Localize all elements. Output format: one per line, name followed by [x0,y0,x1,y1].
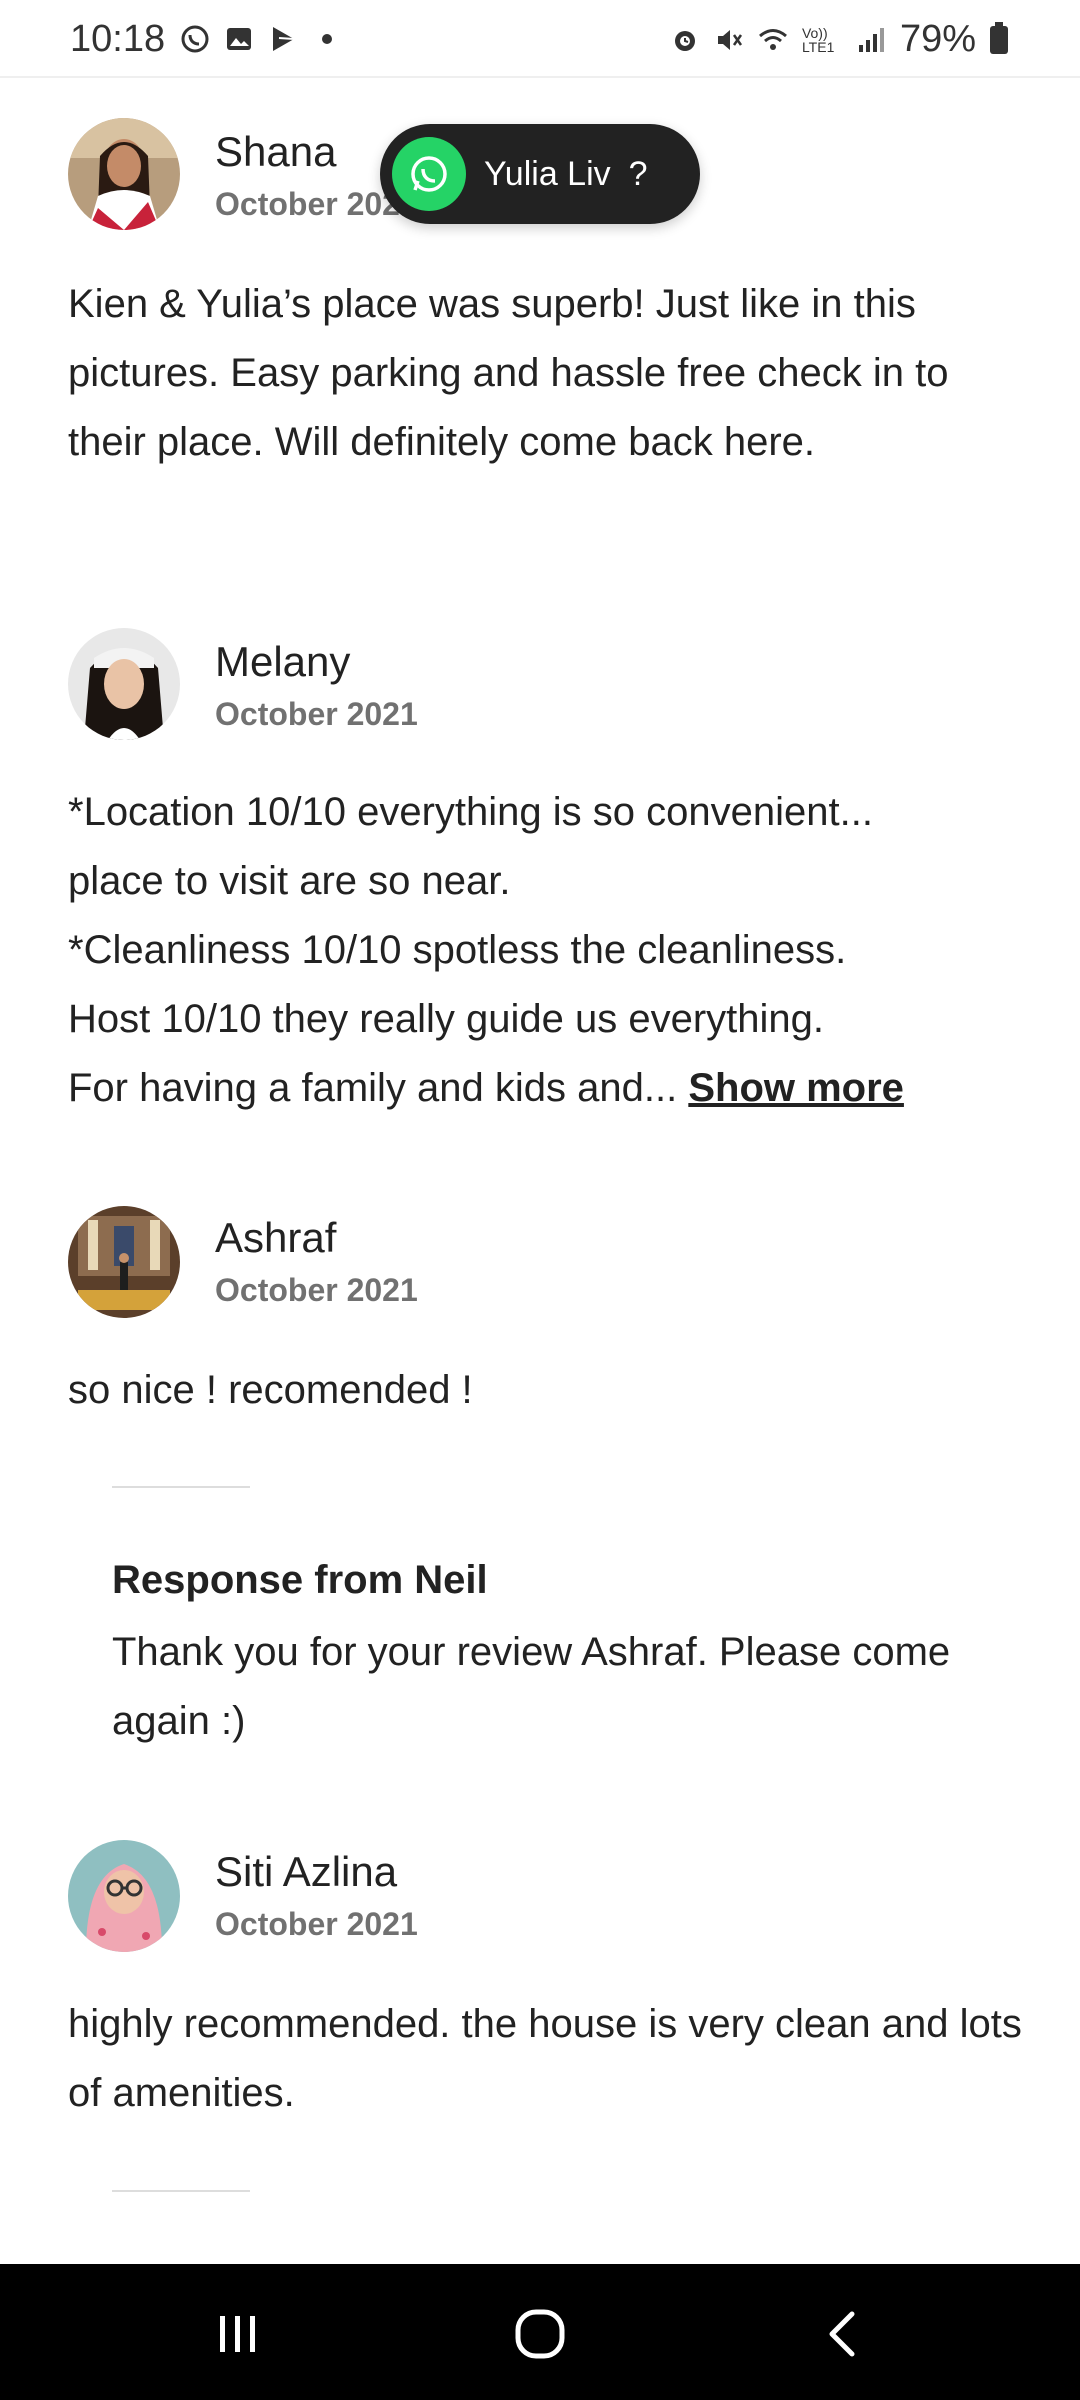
review-date: October 2021 [215,696,418,732]
wifi-icon [758,28,787,50]
avatar[interactable] [68,628,180,740]
review-text: Kien & Yulia’s place was superb! Just li… [68,282,949,464]
screen: 10:18 Vo)) LTE1 79% Shana October 2021 Y… [0,0,1080,2400]
whatsapp-chip-help: ? [628,154,648,193]
review-text: highly recommended. the house is very cl… [68,2002,1022,2115]
whatsapp-chip-label: Yulia Liv [484,154,611,193]
whatsapp-chat-button[interactable]: Yulia Liv ? [380,124,700,224]
back-icon[interactable] [804,2294,884,2374]
review-date: October 2021 [215,1272,418,1308]
whatsapp-icon [392,137,466,211]
review-text-line: For having a family and kids and... [68,1066,678,1110]
battery-percent: 79% [899,18,976,60]
status-right: Vo)) LTE1 79% [670,18,1008,61]
review-date: October 2021 [215,1906,418,1942]
host-response-text: Thank you for your review Ashraf. Please… [112,1630,951,1743]
review-text: *Location 10/10 everything is so conveni… [68,778,1028,1123]
response-divider [112,1486,250,1488]
review-divider [112,2190,250,2192]
status-left-icons [180,24,342,54]
host-response-title: Response from Neil [112,1558,488,1602]
avatar[interactable] [68,1206,180,1318]
review-text: so nice ! recomended ! [68,1368,473,1412]
show-more-link[interactable]: Show more [688,1066,904,1110]
alarm-icon [674,30,695,51]
reviewer-name: Siti Azlina [215,1848,398,1895]
battery-icon [990,21,1008,54]
navigation-bar [0,2264,1080,2400]
reviewer-name: Shana [215,128,337,175]
review-text-line: place to visit are so near. [68,859,511,903]
whatsapp-icon [181,25,209,53]
reviewer-name: Ashraf [215,1214,337,1261]
mute-icon [717,29,742,50]
recent-apps-icon[interactable] [198,2294,278,2374]
reviewer-name: Melany [215,638,351,685]
signal-icon [858,27,884,52]
status-bar: 10:18 Vo)) LTE1 79% [0,0,1080,78]
review-text-line: *Cleanliness 10/10 spotless the cleanlin… [68,928,847,972]
gallery-icon [227,28,251,50]
avatar[interactable] [68,1840,180,1952]
home-icon[interactable] [500,2294,580,2374]
avatar[interactable] [68,118,180,230]
volte-icon: Vo)) LTE1 [801,24,835,55]
review-text-last-line: For having a family and kids and... Show… [68,1054,1028,1123]
status-time: 10:18 [70,18,166,60]
play-store-icon [273,27,295,51]
review-text-line: Host 10/10 they really guide us everythi… [68,997,824,1041]
dot-icon [322,34,332,44]
review-text-line: *Location 10/10 everything is so conveni… [68,790,873,834]
